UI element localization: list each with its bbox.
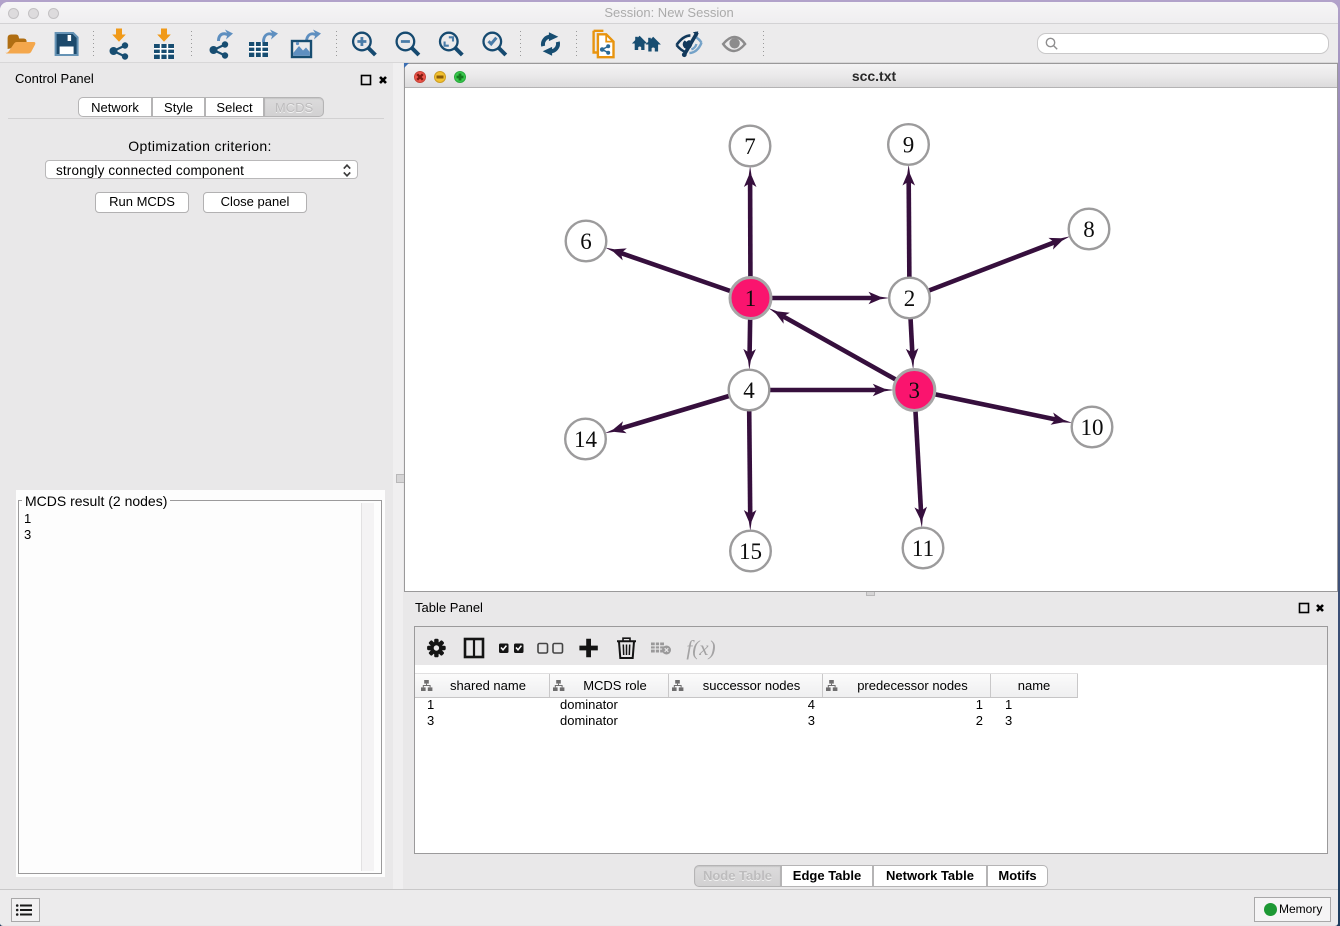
svg-text:14: 14 xyxy=(574,427,598,452)
svg-text:10: 10 xyxy=(1081,415,1104,440)
svg-text:11: 11 xyxy=(912,536,934,561)
svg-text:f(x): f(x) xyxy=(686,636,715,660)
svg-text:15: 15 xyxy=(739,539,762,564)
svg-text:6: 6 xyxy=(580,229,592,254)
svg-text:1: 1 xyxy=(745,286,757,311)
svg-text:9: 9 xyxy=(903,133,915,158)
svg-text:8: 8 xyxy=(1083,217,1095,242)
svg-text:7: 7 xyxy=(744,134,756,159)
svg-text:2: 2 xyxy=(904,286,916,311)
svg-text:4: 4 xyxy=(743,378,755,403)
svg-text:3: 3 xyxy=(909,378,921,403)
